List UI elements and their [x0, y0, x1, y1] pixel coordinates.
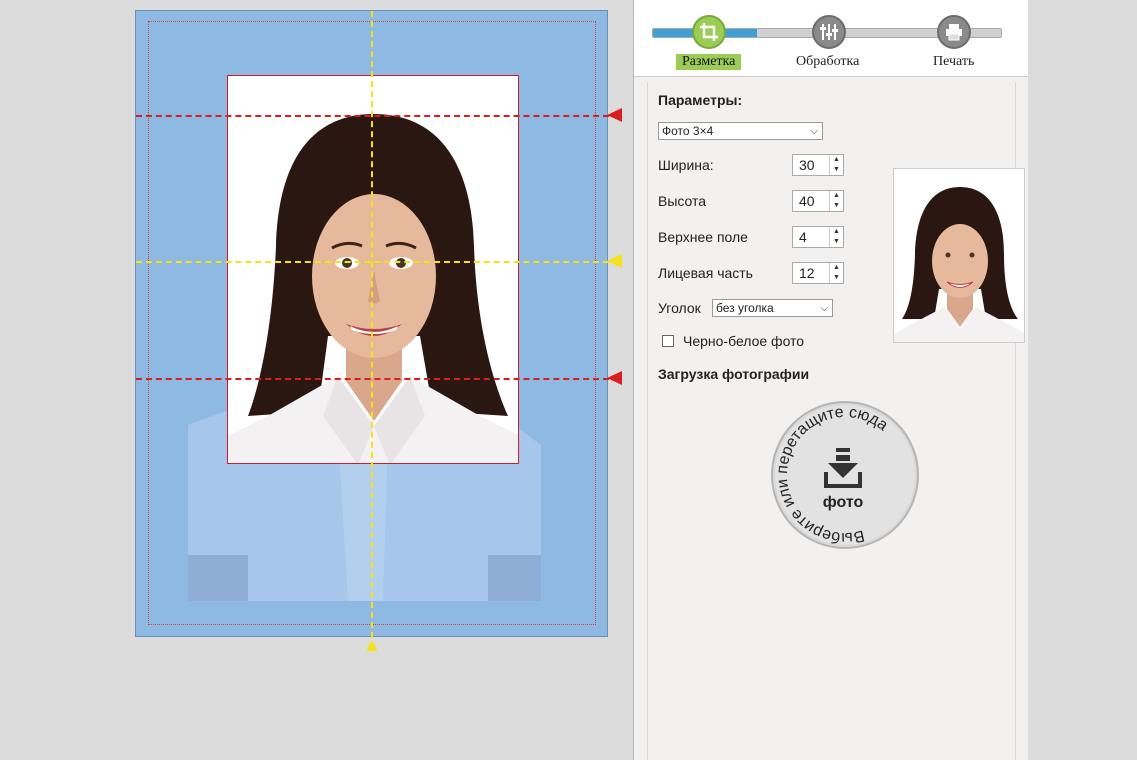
photo-canvas[interactable]	[135, 10, 609, 638]
face-stepper[interactable]: 12 ▲ ▼	[792, 262, 844, 284]
upload-title: Загрузка фотографии	[658, 366, 810, 382]
top-margin-value: 4	[799, 229, 807, 245]
corner-select[interactable]: без уголка ⌵	[712, 299, 833, 317]
corner-label: Уголок	[658, 300, 701, 316]
bw-label[interactable]: Черно-белое фото	[683, 333, 804, 349]
step-processing-label[interactable]: Обработка	[796, 54, 859, 70]
chevron-down-icon: ⌵	[820, 303, 828, 314]
width-label: Ширина:	[658, 157, 714, 173]
params-title: Параметры:	[658, 92, 743, 108]
eye-guide-handle-icon[interactable]	[607, 254, 622, 268]
printer-icon	[946, 24, 962, 41]
top-margin-label: Верхнее поле	[658, 229, 748, 245]
bw-checkbox[interactable]	[662, 335, 674, 347]
settings-panel: Разметка Обработка Печать Параметры: Фот…	[633, 0, 1029, 760]
top-margin-stepper[interactable]: 4 ▲ ▼	[792, 226, 844, 248]
upload-dropzone[interactable]: Выберите или перетащите сюда фото	[755, 389, 924, 565]
width-value: 30	[799, 157, 815, 173]
chevron-down-icon: ⌵	[810, 126, 818, 137]
portrait-photo	[228, 76, 518, 463]
chin-guide-handle-icon[interactable]	[607, 371, 622, 385]
center-guide-handle-icon[interactable]	[366, 640, 378, 651]
preview-thumbnail	[893, 168, 1025, 343]
crop-frame[interactable]	[227, 75, 519, 464]
top-guide-handle-icon[interactable]	[607, 108, 622, 122]
params-section: Параметры: Фото 3×4 ⌵ Ширина: 30 ▲ ▼ Высо…	[647, 82, 1025, 760]
corner-value: без уголка	[716, 301, 774, 315]
width-stepper[interactable]: 30 ▲ ▼	[792, 154, 844, 176]
format-value: Фото 3×4	[662, 124, 714, 138]
spin-arrows-icon[interactable]: ▲ ▼	[829, 191, 843, 211]
step-markup-label[interactable]: Разметка	[676, 54, 742, 70]
spin-arrows-icon[interactable]: ▲ ▼	[829, 263, 843, 283]
crop-icon	[700, 23, 718, 41]
upload-center-text: фото	[823, 494, 864, 511]
spin-arrows-icon[interactable]: ▲ ▼	[829, 155, 843, 175]
center-guide-line[interactable]	[371, 11, 373, 638]
step-processing-button[interactable]	[812, 15, 846, 49]
face-value: 12	[799, 265, 815, 281]
sliders-icon	[820, 24, 838, 40]
height-stepper[interactable]: 40 ▲ ▼	[792, 190, 844, 212]
workflow-stepper: Разметка Обработка Печать	[634, 0, 1029, 77]
height-value: 40	[799, 193, 815, 209]
spin-arrows-icon[interactable]: ▲ ▼	[829, 227, 843, 247]
right-gutter	[1028, 0, 1137, 760]
preview-portrait	[894, 169, 1024, 342]
step-print-button[interactable]	[937, 15, 971, 49]
face-label: Лицевая часть	[658, 265, 753, 281]
height-label: Высота	[658, 193, 707, 209]
step-print-label[interactable]: Печать	[933, 54, 974, 70]
step-markup-button[interactable]	[692, 15, 726, 49]
format-select[interactable]: Фото 3×4 ⌵	[658, 122, 823, 140]
